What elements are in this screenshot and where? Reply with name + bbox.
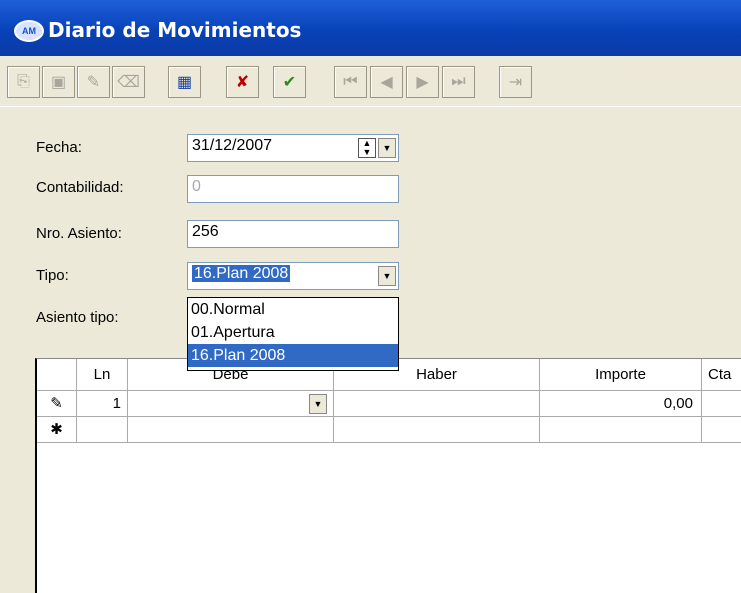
debe-cell[interactable]: ▼	[128, 391, 334, 416]
new-row-ln-cell[interactable]	[77, 417, 128, 442]
cancel-icon: ✘	[235, 74, 250, 91]
contabilidad-label: Contabilidad:	[36, 179, 124, 196]
last-icon: ⏭	[451, 73, 466, 90]
importe-cell[interactable]: 0,00	[540, 391, 702, 416]
confirm-button[interactable]: ✔	[273, 66, 306, 98]
grid-icon: ▦	[176, 74, 193, 91]
ln-cell[interactable]: 1	[77, 391, 128, 416]
asiento-label: Nro. Asiento:	[36, 225, 122, 242]
fecha-value: 31/12/2007	[192, 137, 273, 154]
haber-cell[interactable]	[334, 391, 540, 416]
ln-header[interactable]: Ln	[77, 359, 128, 390]
new-row-haber-cell[interactable]	[334, 417, 540, 442]
exit-icon: ⇥	[508, 74, 523, 91]
asiento-field[interactable]: 256	[187, 220, 399, 248]
exit-button[interactable]: ⇥	[499, 66, 532, 98]
new-row-debe-cell[interactable]	[128, 417, 334, 442]
tipo-dropdown-button[interactable]: ▼	[378, 266, 396, 286]
edit-button[interactable]: ▣	[42, 66, 75, 98]
spin-down-icon[interactable]: ▼	[363, 148, 372, 157]
tipo-label: Tipo:	[36, 267, 69, 284]
fecha-dropdown-button[interactable]: ▼	[378, 138, 396, 158]
fecha-label: Fecha:	[36, 139, 82, 156]
toolbar: ⎘ ▣ ✎ ⌫ ▦ ✘ ✔ ⏮ ◀ ▶ ⏭ ⇥	[0, 56, 741, 107]
cancel-button[interactable]: ✘	[226, 66, 259, 98]
prev-button[interactable]: ◀	[370, 66, 403, 98]
last-button[interactable]: ⏭	[442, 66, 475, 98]
tipo-option[interactable]: 01.Apertura	[188, 321, 398, 344]
next-icon: ▶	[416, 74, 429, 91]
app-logo-icon: AM	[14, 20, 44, 42]
copy-icon: ✎	[86, 74, 101, 91]
edit-row-indicator-icon: ✎	[37, 391, 77, 416]
copy-button[interactable]: ✎	[77, 66, 110, 98]
cta-cell[interactable]	[702, 391, 741, 416]
asiento-tipo-label: Asiento tipo:	[36, 309, 119, 326]
row-indicator-header	[37, 359, 77, 390]
confirm-icon: ✔	[282, 74, 297, 91]
debe-dropdown-button[interactable]: ▼	[309, 394, 327, 414]
grid-button[interactable]: ▦	[168, 66, 201, 98]
next-button[interactable]: ▶	[406, 66, 439, 98]
new-button[interactable]: ⎘	[7, 66, 40, 98]
edit-icon: ▣	[50, 74, 67, 91]
tipo-value: 16.Plan 2008	[192, 265, 291, 282]
new-row-importe-cell[interactable]	[540, 417, 702, 442]
tipo-dropdown-list: 00.Normal 01.Apertura 16.Plan 2008	[187, 297, 399, 371]
window-title: Diario de Movimientos	[48, 18, 302, 42]
date-spinner[interactable]: ▲ ▼	[358, 138, 376, 158]
delete-button[interactable]: ⌫	[112, 66, 145, 98]
tipo-option-selected[interactable]: 16.Plan 2008	[188, 344, 398, 367]
first-icon: ⏮	[343, 73, 358, 90]
cta-header[interactable]: Cta	[702, 359, 741, 390]
fecha-field[interactable]: 31/12/2007 ▲ ▼ ▼	[187, 134, 399, 162]
importe-header[interactable]: Importe	[540, 359, 702, 390]
prev-icon: ◀	[380, 74, 393, 91]
title-bar: AM Diario de Movimientos	[0, 0, 741, 56]
tipo-option[interactable]: 00.Normal	[188, 298, 398, 321]
tipo-select[interactable]: 16.Plan 2008 ▼	[187, 262, 399, 290]
contabilidad-field: 0	[187, 175, 399, 203]
delete-icon: ⌫	[117, 74, 140, 91]
row-divider	[37, 442, 741, 443]
lines-grid[interactable]: Ln Debe Haber Importe Cta ✎ 1 ▼ 0,00 ✱	[35, 358, 741, 593]
new-icon: ⎘	[17, 73, 30, 90]
new-row-indicator-icon: ✱	[37, 417, 77, 442]
first-button[interactable]: ⏮	[334, 66, 367, 98]
